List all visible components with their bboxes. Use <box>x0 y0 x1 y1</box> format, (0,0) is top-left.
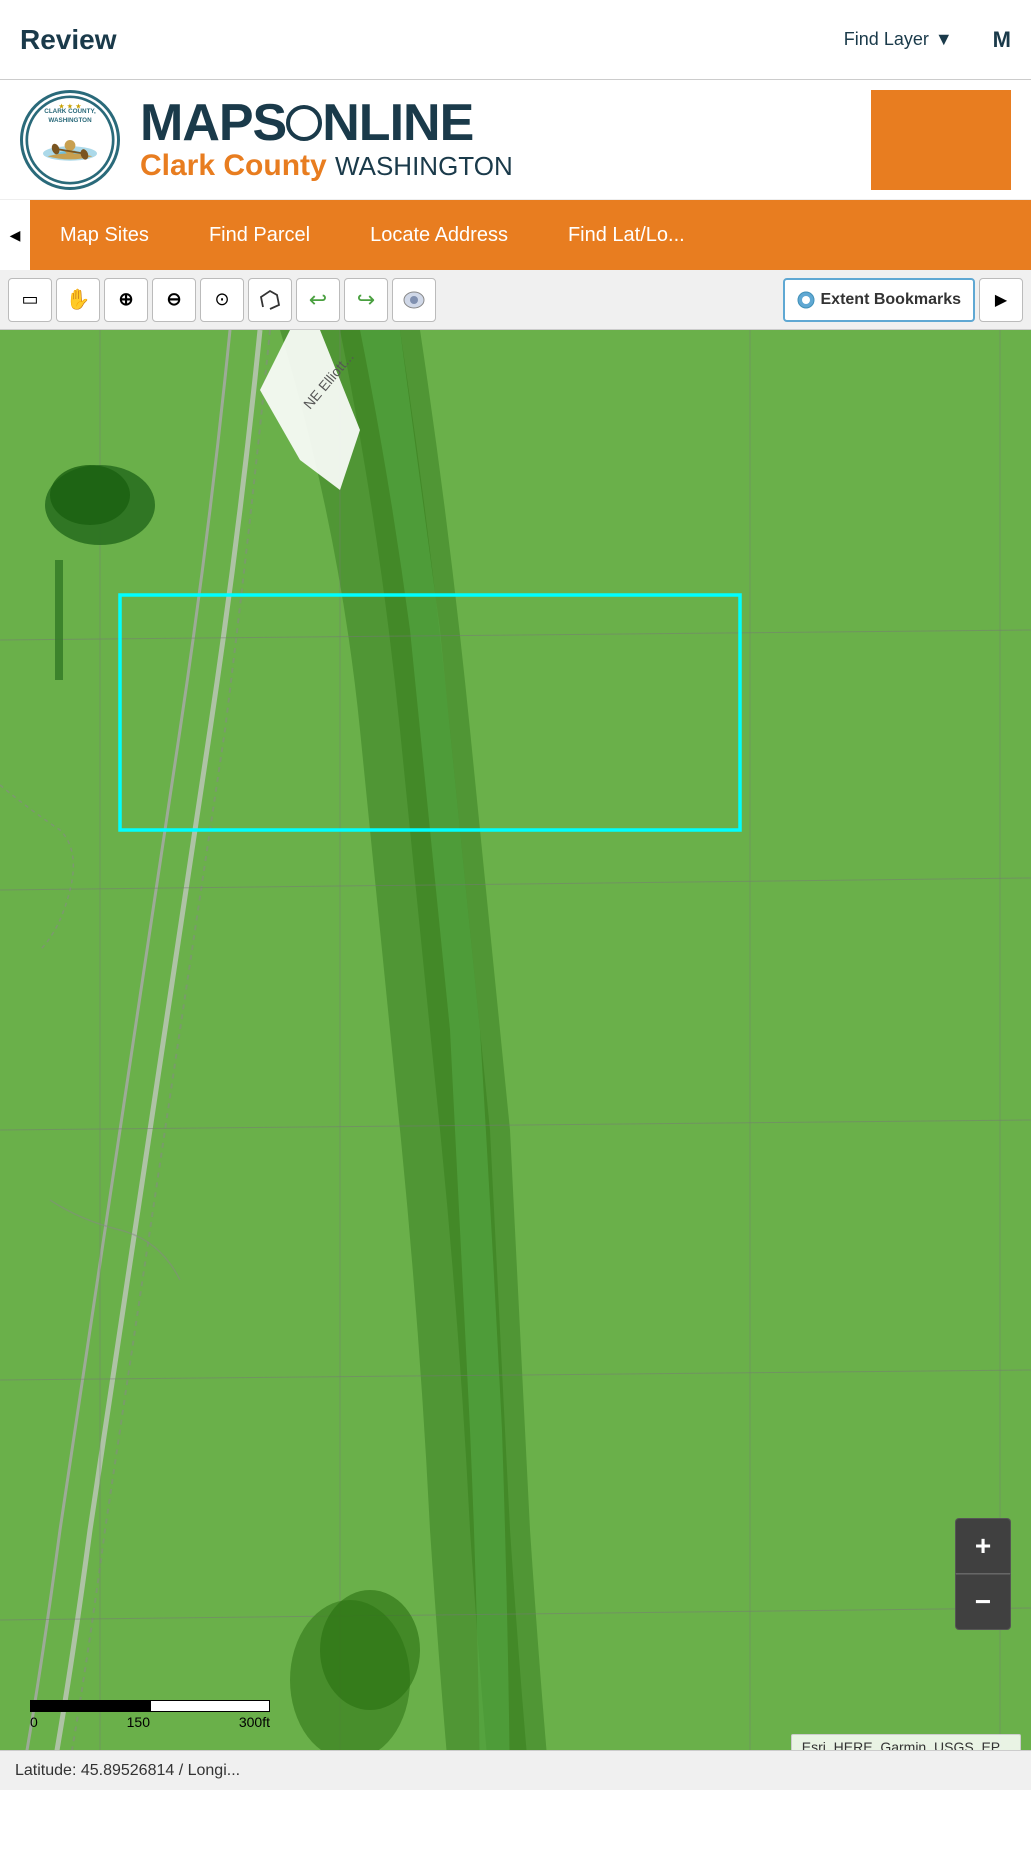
select-polygon-button[interactable] <box>248 278 292 322</box>
hand-icon: ✋ <box>66 287 91 312</box>
nav-map-sites[interactable]: Map Sites <box>30 200 179 270</box>
extent-bookmarks-label: Extent Bookmarks <box>821 291 962 309</box>
rectangle-icon: ▭ <box>21 289 38 310</box>
pencil-icon <box>402 288 426 312</box>
back-arrow-icon: ↩ <box>309 287 327 313</box>
nav-find-parcel[interactable]: Find Parcel <box>179 200 340 270</box>
header: CLARK COUNTY, WASHINGTON ★ ★ ★ MAPSNLINE… <box>0 80 1031 200</box>
m-button[interactable]: M <box>993 27 1011 53</box>
zoom-out-icon: ⊖ <box>166 289 181 310</box>
status-bar: Latitude: 45.89526814 / Longi... <box>0 1750 1031 1790</box>
map-container[interactable]: NE Elliott... + − 0 150 300 <box>0 330 1031 1790</box>
nav-left-tab[interactable]: ◀ <box>0 200 30 270</box>
clark-county-subtitle: Clark County WASHINGTON <box>140 149 871 183</box>
forward-arrow-icon: ↪ <box>357 287 375 313</box>
scale-label-0: 0 <box>30 1714 38 1730</box>
nav-locate-address[interactable]: Locate Address <box>340 200 538 270</box>
nav-find-lat-lo[interactable]: Find Lat/Lo... <box>538 200 715 270</box>
toolbar: ▭ ✋ ⊕ ⊖ ⊙ ↩ ↪ Extent <box>0 270 1031 330</box>
minus-icon: − <box>975 1586 991 1618</box>
scale-label-150: 150 <box>127 1714 150 1730</box>
menu-tool-button[interactable]: ▭ <box>8 278 52 322</box>
top-nav: Review Find Layer ▼ M <box>0 0 1031 80</box>
polygon-icon <box>259 289 281 311</box>
extent-bookmarks-button[interactable]: Extent Bookmarks <box>783 278 976 322</box>
left-arrow-icon: ◀ <box>10 227 21 244</box>
zoom-reset-button[interactable]: ⊙ <box>200 278 244 322</box>
forward-button[interactable]: ↪ <box>344 278 388 322</box>
page-title: Review <box>20 24 844 56</box>
find-layer-label: Find Layer <box>844 29 929 50</box>
map-canvas: NE Elliott... <box>0 330 1031 1790</box>
svg-text:★ ★ ★: ★ ★ ★ <box>58 101 81 110</box>
edit-button[interactable] <box>392 278 436 322</box>
svg-text:WASHINGTON: WASHINGTON <box>48 117 92 124</box>
scale-bar: 0 150 300ft <box>30 1700 270 1730</box>
scale-label-300: 300ft <box>239 1714 270 1730</box>
zoom-in-button[interactable]: ⊕ <box>104 278 148 322</box>
orange-nav: ◀ Map Sites Find Parcel Locate Address F… <box>0 200 1031 270</box>
header-orange-accent <box>871 90 1011 190</box>
maps-online-title: MAPSNLINE <box>140 97 871 149</box>
zoom-in-map-button[interactable]: + <box>955 1518 1011 1574</box>
more-button[interactable]: ▶ <box>979 278 1023 322</box>
chevron-down-icon: ▼ <box>935 29 953 50</box>
header-text: MAPSNLINE Clark County WASHINGTON <box>140 97 871 183</box>
zoom-in-icon: ⊕ <box>118 289 133 310</box>
back-button[interactable]: ↩ <box>296 278 340 322</box>
plus-icon: + <box>975 1530 991 1562</box>
clark-county-logo: CLARK COUNTY, WASHINGTON ★ ★ ★ <box>20 90 120 190</box>
pan-tool-button[interactable]: ✋ <box>56 278 100 322</box>
zoom-reset-icon: ⊙ <box>214 289 229 310</box>
zoom-controls: + − <box>955 1518 1011 1630</box>
zoom-out-button[interactable]: ⊖ <box>152 278 196 322</box>
more-icon: ▶ <box>995 290 1007 310</box>
zoom-out-map-button[interactable]: − <box>955 1574 1011 1630</box>
find-layer-button[interactable]: Find Layer ▼ <box>844 29 953 50</box>
bookmarks-icon <box>797 291 815 309</box>
coordinates-text: Latitude: 45.89526814 / Longi... <box>15 1762 240 1780</box>
